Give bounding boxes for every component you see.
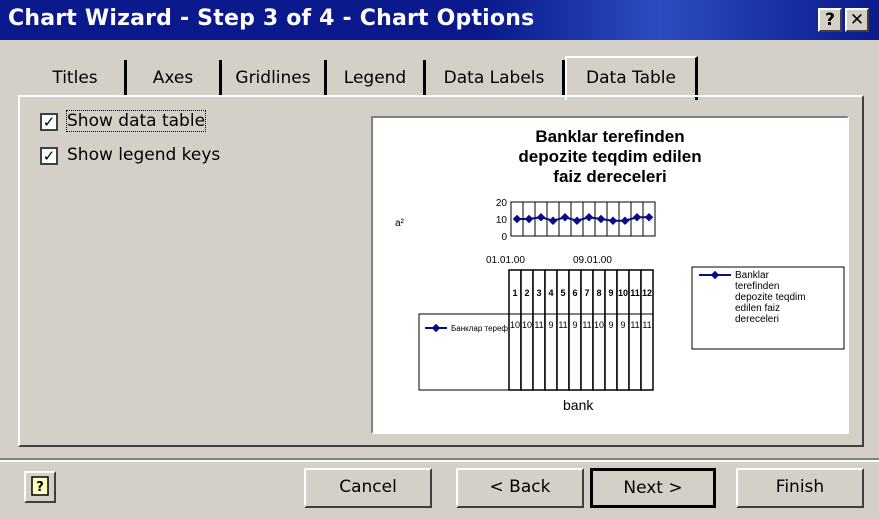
table-header-cell: 1 (512, 288, 517, 298)
chart-title-line-1: Banklar terefinden (535, 127, 684, 146)
y-tick-label: 20 (496, 198, 508, 209)
window-title: Chart Wizard - Step 3 of 4 - Chart Optio… (8, 6, 535, 31)
x-tick-label-2: 09.01.00 (573, 255, 612, 266)
chart-svg: Banklar terefinden depozite teqdim edile… (395, 127, 845, 413)
table-value-cell: 10 (510, 320, 520, 330)
table-header-cell: 5 (560, 288, 565, 298)
legend: Banklar terefinden depozite teqdim edile… (691, 266, 845, 350)
table-value-cell: 10 (594, 320, 604, 330)
data-table: Банклар терефинден ...110210311495116971… (418, 269, 654, 391)
y-tick-label: 0 (501, 232, 507, 243)
table-value-cell: 9 (572, 320, 577, 330)
tab-legend[interactable]: Legend (327, 60, 426, 96)
table-value-cell: 11 (534, 320, 543, 330)
x-tick-label-1: 01.01.00 (486, 255, 525, 266)
table-value-cell: 11 (582, 320, 591, 330)
table-value-cell: 11 (630, 320, 639, 330)
y-tick-label: 10 (496, 215, 508, 226)
chart-preview: Banklar terefinden depozite teqdim edile… (371, 116, 849, 434)
table-header-cell: 7 (584, 288, 589, 298)
tab-data-table[interactable]: Data Table (565, 56, 698, 100)
help-icon: ? (31, 476, 49, 496)
table-header-cell: 6 (572, 288, 577, 298)
table-header-cell: 12 (642, 288, 652, 298)
separator-line (0, 458, 879, 462)
table-header-cell: 2 (524, 288, 529, 298)
back-button[interactable]: < Back (456, 468, 584, 508)
tab-titles[interactable]: Titles (26, 60, 127, 96)
table-value-cell: 9 (548, 320, 553, 330)
show-legend-keys-label[interactable]: Show legend keys (67, 145, 220, 165)
table-header-cell: 4 (548, 288, 553, 298)
next-button[interactable]: Next > (590, 468, 716, 508)
table-value-cell: 11 (642, 320, 651, 330)
title-bar: Chart Wizard - Step 3 of 4 - Chart Optio… (0, 0, 879, 40)
tab-gridlines[interactable]: Gridlines (222, 60, 327, 96)
help-title-button[interactable]: ? (818, 8, 842, 32)
table-header-cell: 10 (618, 288, 628, 298)
y-axis-title: a² (395, 218, 405, 229)
table-value-cell: 9 (608, 320, 613, 330)
finish-button[interactable]: Finish (736, 468, 864, 508)
table-value-cell: 9 (620, 320, 625, 330)
table-header-cell: 9 (608, 288, 613, 298)
svg-text:?: ? (36, 480, 44, 495)
table-value-cell: 10 (522, 320, 532, 330)
table-header-cell: 8 (596, 288, 601, 298)
plot-area: 20 10 0 (496, 198, 656, 243)
help-button[interactable]: ? (24, 471, 56, 503)
show-data-table-label[interactable]: Show data table (65, 110, 207, 132)
chart-title-line-2: depozite teqdim edilen (518, 147, 701, 166)
show-data-table-checkbox[interactable]: ✓ (40, 113, 58, 131)
x-axis-title: bank (563, 397, 594, 413)
close-button[interactable]: ✕ (845, 8, 869, 32)
tab-data-labels[interactable]: Data Labels (426, 60, 565, 96)
table-header-cell: 3 (536, 288, 541, 298)
options-panel: ✓ Show data table ✓ Show legend keys Ban… (18, 95, 864, 447)
table-header-cell: 11 (630, 288, 640, 298)
chart-title-line-3: faiz dereceleri (553, 167, 666, 186)
tab-axes[interactable]: Axes (127, 60, 222, 96)
table-value-cell: 11 (558, 320, 567, 330)
cancel-button[interactable]: Cancel (304, 468, 432, 508)
show-legend-keys-checkbox[interactable]: ✓ (40, 147, 58, 165)
